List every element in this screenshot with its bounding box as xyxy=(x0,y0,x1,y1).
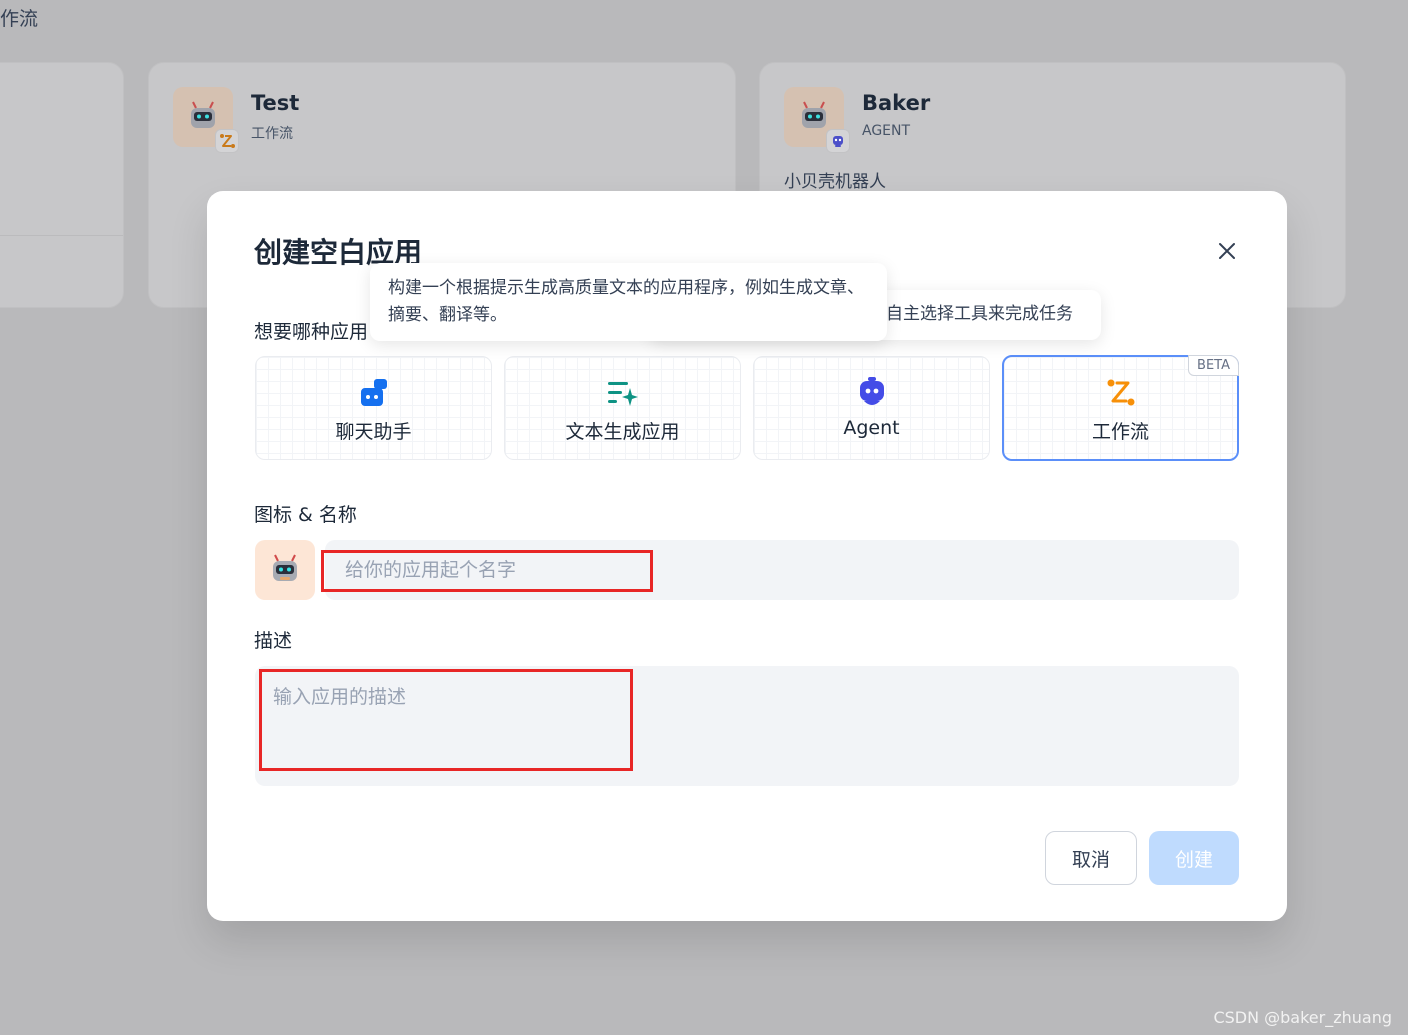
app-name-input[interactable] xyxy=(325,540,1239,600)
robot-icon xyxy=(802,101,826,128)
app-description-input[interactable] xyxy=(255,666,1239,786)
app-card-description: 小贝壳机器人 xyxy=(784,172,886,192)
workflow-badge xyxy=(215,129,239,153)
close-button[interactable] xyxy=(1213,237,1241,265)
agent-robot-icon xyxy=(833,136,843,147)
card-divider xyxy=(0,235,123,236)
create-button[interactable]: 创建 xyxy=(1149,831,1239,885)
agent-badge xyxy=(826,129,850,153)
page-title-fragment: 作流 xyxy=(0,8,39,30)
chat-bubbles-icon xyxy=(359,377,389,409)
app-icon-picker[interactable] xyxy=(255,540,315,600)
description-label: 描述 xyxy=(254,630,293,652)
icon-name-row xyxy=(255,540,1239,600)
app-type-agent[interactable]: Agent xyxy=(753,356,990,460)
app-type-label-text: Agent xyxy=(843,417,900,439)
beta-badge: BETA xyxy=(1188,355,1239,376)
watermark: CSDN @baker_zhuang xyxy=(1213,1008,1392,1027)
app-type-text-generation[interactable]: 文本生成应用 xyxy=(504,356,741,460)
workflow-icon xyxy=(1106,377,1136,409)
app-card-create xyxy=(0,62,124,308)
app-type-workflow[interactable]: BETA 工作流 xyxy=(1002,355,1239,461)
app-card-type: AGENT xyxy=(862,123,911,139)
agent-robot-icon xyxy=(857,377,887,409)
robot-avatar xyxy=(784,87,850,153)
robot-avatar xyxy=(173,87,239,153)
text-generation-tooltip: 构建一个根据提示生成高质量文本的应用程序，例如生成文章、摘要、翻译等。 xyxy=(370,263,887,341)
close-icon xyxy=(1219,243,1235,259)
app-card-name: Test xyxy=(251,91,300,115)
app-type-label-text: 文本生成应用 xyxy=(565,421,680,443)
app-card-name: Baker xyxy=(862,91,931,115)
robot-icon xyxy=(191,101,215,128)
robot-icon xyxy=(273,554,297,581)
cancel-button[interactable]: 取消 xyxy=(1045,831,1137,885)
app-card-type: 工作流 xyxy=(251,126,293,142)
app-type-label-text: 工作流 xyxy=(1091,421,1149,443)
icon-name-label: 图标 & 名称 xyxy=(254,504,357,526)
text-generation-icon xyxy=(607,377,639,409)
app-type-label: 想要哪种应用 xyxy=(254,321,369,343)
workflow-icon xyxy=(220,134,235,148)
app-type-chat-assistant[interactable]: 聊天助手 xyxy=(255,356,492,460)
app-type-label-text: 聊天助手 xyxy=(335,421,412,443)
